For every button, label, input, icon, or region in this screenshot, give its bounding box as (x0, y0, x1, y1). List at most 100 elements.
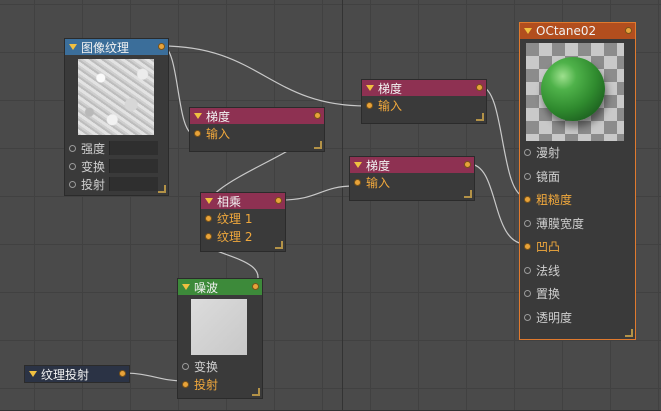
input-row-texture-1[interactable]: 纹理 1 (201, 209, 285, 227)
input-port[interactable] (524, 266, 531, 274)
wire-projection-to-noise (122, 372, 185, 382)
input-row-opacity[interactable]: 透明度 (520, 306, 635, 330)
resize-grip-icon[interactable] (252, 388, 260, 396)
input-row-normal[interactable]: 法线 (520, 259, 635, 283)
input-port[interactable] (194, 129, 201, 137)
input-port[interactable] (354, 178, 361, 186)
wire-image-texture-to-gradient-2 (161, 45, 367, 107)
input-port[interactable] (182, 362, 189, 370)
input-label: 法线 (536, 263, 561, 278)
output-port[interactable] (158, 43, 165, 50)
triangle-down-icon[interactable] (524, 28, 532, 34)
resize-grip-icon[interactable] (464, 190, 472, 198)
multiply-node-header[interactable]: 相乘 (201, 193, 285, 209)
input-label: 凹凸 (536, 240, 561, 255)
input-port[interactable] (524, 172, 531, 180)
input-row-specular[interactable]: 镜面 (520, 165, 635, 189)
texture-projection-node[interactable]: 纹理投射 (24, 365, 130, 383)
input-label: 漫射 (536, 146, 561, 161)
multiply-node-title: 相乘 (217, 194, 242, 209)
gradient-node-3-header[interactable]: 梯度 (350, 157, 474, 173)
input-row[interactable]: 输入 (362, 96, 486, 114)
texture-thumbnail (78, 59, 154, 135)
triangle-down-icon[interactable] (354, 162, 362, 168)
output-port[interactable] (625, 27, 632, 34)
input-row[interactable]: 输入 (350, 173, 474, 191)
input-port[interactable] (69, 162, 76, 170)
material-node[interactable]: OCtane02 漫射 镜面 粗糙度 薄膜宽度 凹凸 法线 置换 透明度 (519, 22, 636, 340)
gradient-node-3-title: 梯度 (366, 158, 391, 173)
noise-node-title: 噪波 (194, 280, 219, 295)
input-row-film-width[interactable]: 薄膜宽度 (520, 212, 635, 236)
triangle-down-icon[interactable] (29, 371, 37, 377)
resize-grip-icon[interactable] (314, 141, 322, 149)
gradient-node-3[interactable]: 梯度 输入 (349, 156, 475, 201)
input-label: 投射 (194, 377, 219, 392)
output-port[interactable] (275, 197, 282, 204)
resize-grip-icon[interactable] (275, 241, 283, 249)
triangle-down-icon[interactable] (182, 284, 190, 290)
input-row[interactable]: 输入 (190, 124, 324, 142)
input-port[interactable] (524, 149, 531, 157)
input-port[interactable] (524, 243, 531, 251)
input-port[interactable] (524, 290, 531, 298)
input-port[interactable] (524, 196, 531, 204)
input-port[interactable] (524, 219, 531, 227)
input-row-texture-2[interactable]: 纹理 2 (201, 227, 285, 245)
triangle-down-icon[interactable] (194, 113, 202, 119)
value-field[interactable] (109, 177, 158, 191)
resize-grip-icon[interactable] (158, 185, 166, 193)
output-port[interactable] (119, 370, 126, 377)
canvas-axis-vertical (342, 0, 343, 411)
input-port[interactable] (182, 380, 189, 388)
image-texture-node-title: 图像纹理 (81, 40, 130, 55)
resize-grip-icon[interactable] (476, 113, 484, 121)
noise-node-header[interactable]: 噪波 (178, 279, 262, 295)
input-row-displacement[interactable]: 置换 (520, 282, 635, 306)
output-port[interactable] (476, 84, 483, 91)
input-row-strength[interactable]: 强度 (65, 139, 168, 157)
texture-projection-node-title: 纹理投射 (41, 367, 90, 382)
noise-node[interactable]: 噪波 变换 投射 (177, 278, 263, 399)
gradient-node-1-header[interactable]: 梯度 (190, 108, 324, 124)
input-port[interactable] (69, 144, 76, 152)
noise-thumbnail (191, 299, 247, 355)
gradient-node-1-title: 梯度 (206, 109, 231, 124)
input-port[interactable] (205, 214, 212, 222)
input-port[interactable] (366, 101, 373, 109)
output-port[interactable] (464, 161, 471, 168)
value-field[interactable] (109, 141, 158, 155)
value-field[interactable] (109, 159, 158, 173)
output-port[interactable] (314, 112, 321, 119)
input-label: 变换 (81, 159, 106, 174)
material-node-header[interactable]: OCtane02 (520, 23, 635, 39)
wire-gradient-3-to-material-bump (468, 163, 527, 245)
gradient-node-2-header[interactable]: 梯度 (362, 80, 486, 96)
input-row-transform[interactable]: 变换 (65, 157, 168, 175)
material-preview (526, 43, 624, 141)
input-row-diffuse[interactable]: 漫射 (520, 141, 635, 165)
output-port[interactable] (252, 283, 259, 290)
input-row-projection[interactable]: 投射 (65, 175, 168, 193)
gradient-node-2[interactable]: 梯度 输入 (361, 79, 487, 124)
input-label: 粗糙度 (536, 193, 573, 208)
gradient-node-1[interactable]: 梯度 输入 (189, 107, 325, 152)
image-texture-node-header[interactable]: 图像纹理 (65, 39, 168, 55)
triangle-down-icon[interactable] (205, 198, 213, 204)
input-label: 纹理 1 (217, 211, 253, 226)
input-port[interactable] (524, 313, 531, 321)
input-label: 镜面 (536, 169, 561, 184)
resize-grip-icon[interactable] (625, 329, 633, 337)
multiply-node[interactable]: 相乘 纹理 1 纹理 2 (200, 192, 286, 252)
input-row-roughness[interactable]: 粗糙度 (520, 188, 635, 212)
texture-projection-node-header[interactable]: 纹理投射 (25, 366, 129, 382)
triangle-down-icon[interactable] (366, 85, 374, 91)
input-port[interactable] (205, 232, 212, 240)
triangle-down-icon[interactable] (69, 44, 77, 50)
input-row-transform[interactable]: 变换 (178, 357, 262, 375)
input-row-projection[interactable]: 投射 (178, 375, 262, 393)
input-row-bump[interactable]: 凹凸 (520, 235, 635, 259)
input-label: 置换 (536, 287, 561, 302)
input-port[interactable] (69, 180, 76, 188)
image-texture-node[interactable]: 图像纹理 强度 变换 投射 (64, 38, 169, 196)
